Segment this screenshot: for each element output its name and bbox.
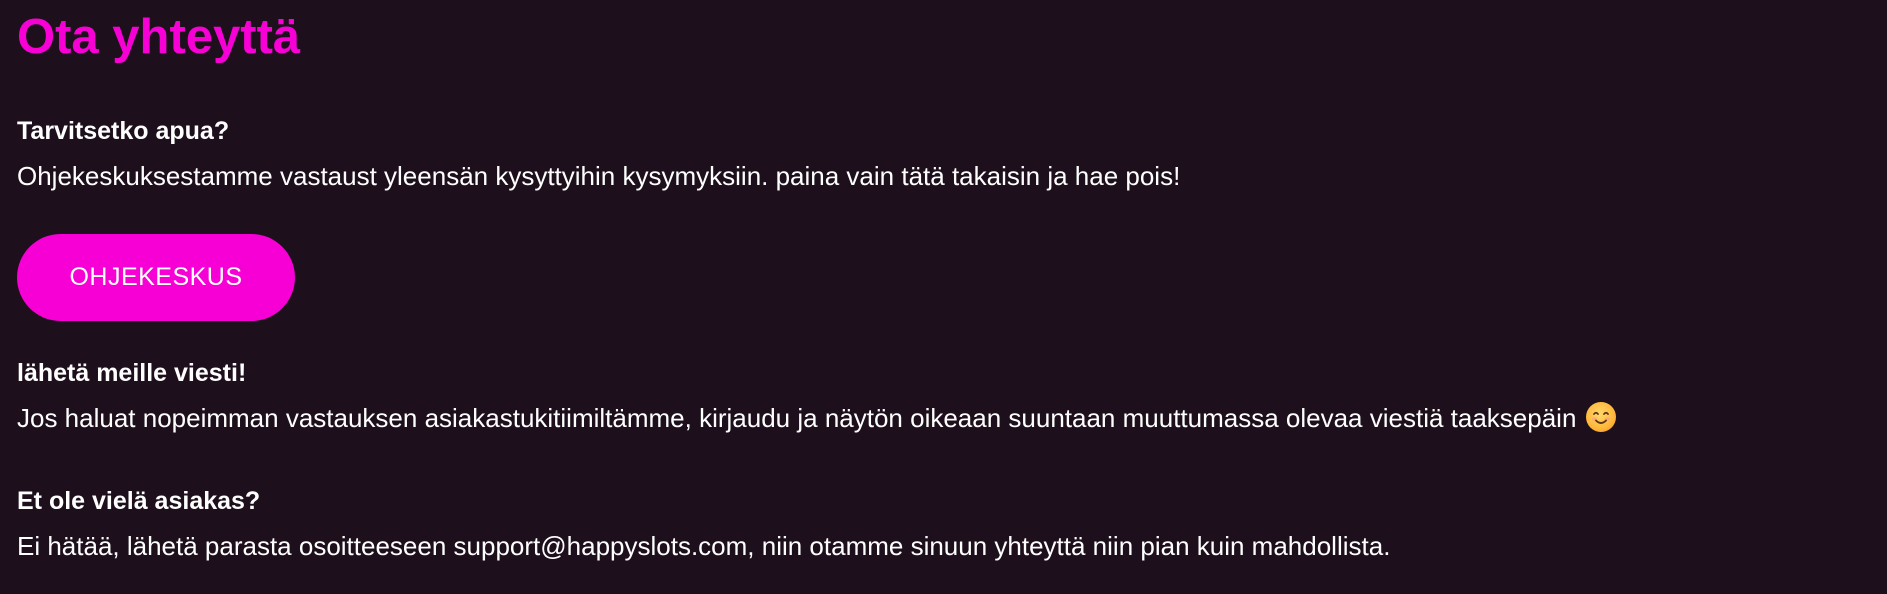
message-heading: lähetä meille viesti! <box>17 359 247 387</box>
help-section: Tarvitsetko apua? Ohjekeskuksestamme vas… <box>17 114 1180 194</box>
message-text-line: Jos haluat nopeimman vastauksen asiakast… <box>17 400 1617 436</box>
smiling-face-icon <box>1586 402 1617 432</box>
contact-page: Ota yhteyttä Tarvitsetko apua? Ohjekesku… <box>0 0 1887 594</box>
message-text: Jos haluat nopeimman vastauksen asiakast… <box>17 403 1577 433</box>
help-heading: Tarvitsetko apua? <box>17 117 230 145</box>
page-title: Ota yhteyttä <box>17 10 301 64</box>
help-text: Ohjekeskuksestamme vastaust yleensän kys… <box>17 161 1181 191</box>
help-center-button[interactable]: OHJEKESKUS <box>17 234 295 321</box>
not-customer-heading: Et ole vielä asiakas? <box>17 487 261 515</box>
not-customer-section: Et ole vielä asiakas? Ei hätää, lähetä p… <box>17 484 1390 564</box>
message-section: lähetä meille viesti! Jos haluat nopeimm… <box>17 356 1617 436</box>
not-customer-text: Ei hätää, lähetä parasta osoitteeseen su… <box>17 531 1391 561</box>
